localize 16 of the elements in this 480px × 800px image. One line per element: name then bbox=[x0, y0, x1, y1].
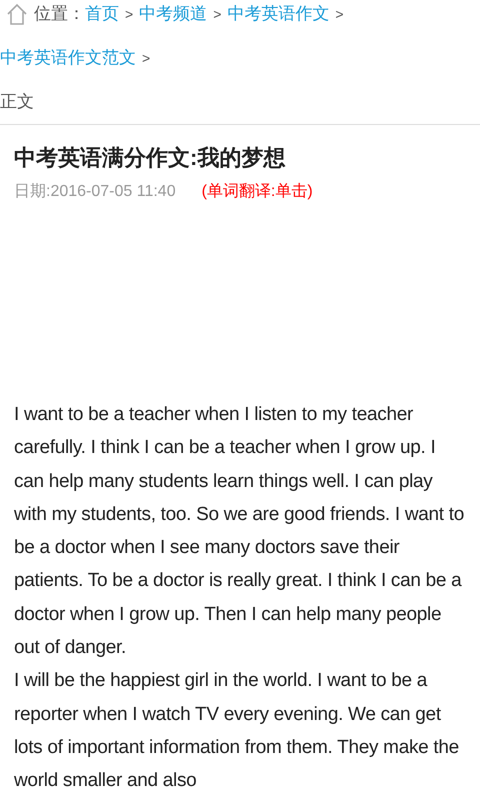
article-paragraph: I will be the happiest girl in the world. I want to be a reporter when I watch TV every evening. We can get lots of important information from them. They make the world smaller and also bbox=[14, 669, 460, 794]
article-paragraph: I want to be a teacher when I listen to my teacher carefully. I think I can be a teacher when I grow up. I can help many students learn things well. I can play with my students, too. So we are good friends. I want to be a doctor when I see many doctors save their patients. To be a doctor is really great. I think I can be a doctor when I grow up. Then I can help many people out of danger. bbox=[14, 403, 465, 660]
breadcrumb-separator: > bbox=[335, 5, 344, 24]
article-date: 日期:2016-07-05 11:40 bbox=[14, 182, 176, 202]
breadcrumb-separator: > bbox=[125, 5, 134, 24]
breadcrumb-link[interactable]: 中考英语作文范文 bbox=[0, 46, 136, 70]
breadcrumb-link[interactable]: 中考频道 bbox=[139, 2, 208, 26]
translate-hint-link[interactable]: (单词翻译:单击) bbox=[202, 181, 313, 203]
breadcrumb-label: 位置： bbox=[34, 3, 85, 25]
breadcrumb-separator: > bbox=[213, 5, 222, 24]
home-icon bbox=[6, 3, 28, 25]
breadcrumb-link[interactable]: 中考英语作文 bbox=[227, 2, 330, 26]
breadcrumb-link[interactable]: 首页 bbox=[85, 2, 119, 26]
breadcrumb-separator: > bbox=[142, 49, 150, 68]
article-title: 中考英语满分作文:我的梦想 bbox=[14, 144, 286, 172]
breadcrumb-current: 正文 bbox=[0, 91, 35, 113]
